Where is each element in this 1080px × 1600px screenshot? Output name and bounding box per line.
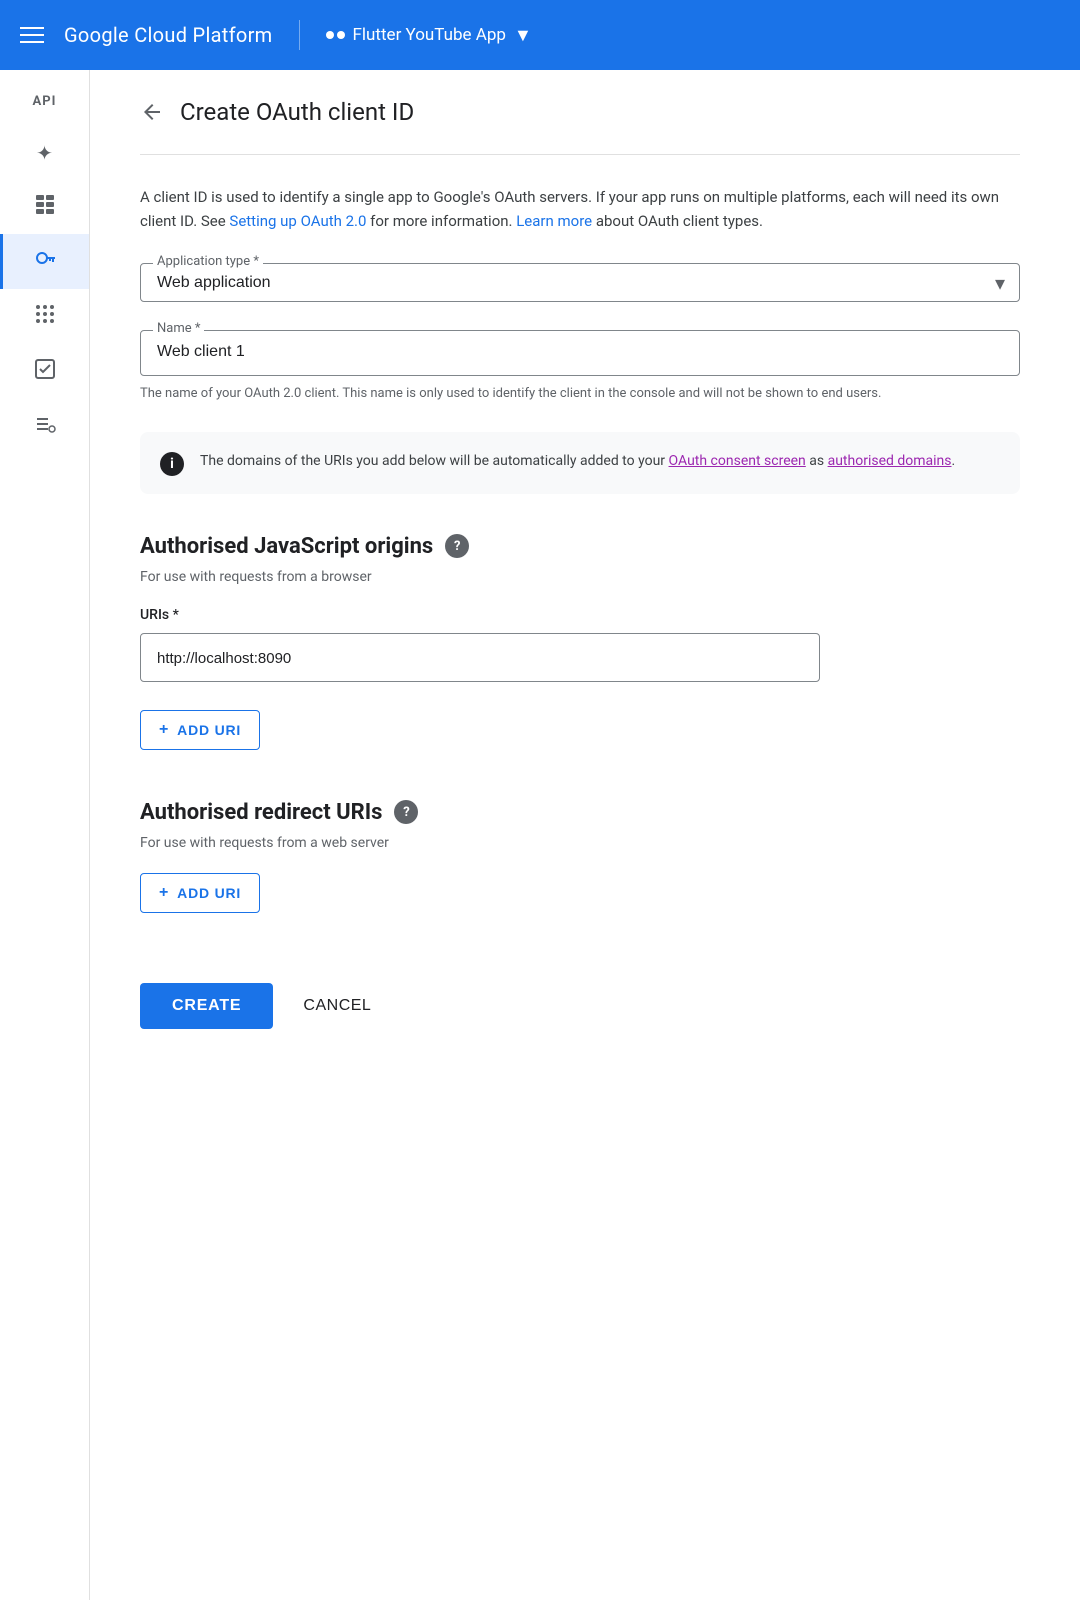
brand-name: Google Cloud Platform <box>64 23 273 47</box>
table-icon <box>34 193 56 220</box>
sidebar-item-domain[interactable] <box>0 344 89 399</box>
settings-list-icon <box>34 413 56 440</box>
uri-input-wrapper <box>140 633 820 682</box>
bottom-actions: CREATE CANCEL <box>140 963 1020 1029</box>
authorised-domains-link[interactable]: authorised domains <box>828 453 952 469</box>
top-header: Google Cloud Platform Flutter YouTube Ap… <box>0 0 1080 70</box>
main-content: Create OAuth client ID A client ID is us… <box>90 70 1080 1600</box>
info-icon: i <box>160 452 184 476</box>
page-title: Create OAuth client ID <box>180 98 414 126</box>
sidebar-item-dashboard[interactable]: ✦ <box>0 127 89 179</box>
js-origins-section: Authorised JavaScript origins ? For use … <box>140 534 1020 750</box>
back-button[interactable] <box>140 100 164 124</box>
sidebar-item-library[interactable] <box>0 179 89 234</box>
project-name: Flutter YouTube App <box>353 25 506 45</box>
sidebar: API ✦ <box>0 70 90 1600</box>
check-icon <box>34 358 56 385</box>
sidebar-item-credentials[interactable] <box>0 234 89 289</box>
page-header: Create OAuth client ID <box>140 70 1020 155</box>
sidebar-item-page-usage[interactable] <box>0 399 89 454</box>
header-divider <box>299 20 300 50</box>
js-origins-title: Authorised JavaScript origins ? <box>140 534 1020 559</box>
setup-oauth-link[interactable]: Setting up OAuth 2.0 <box>229 212 366 230</box>
chevron-down-icon: ▼ <box>514 25 532 46</box>
redirect-help-icon[interactable]: ? <box>394 800 418 824</box>
redirect-title: Authorised redirect URIs ? <box>140 800 1020 825</box>
app-type-field: Application type * Web application Andro… <box>140 263 1020 302</box>
redirect-subtitle: For use with requests from a web server <box>140 835 1020 851</box>
project-icon <box>326 31 345 39</box>
dots-grid-icon <box>34 303 56 330</box>
app-type-wrapper: Application type * Web application Andro… <box>140 263 1020 302</box>
oauth-consent-link[interactable]: OAuth consent screen <box>669 453 806 469</box>
info-text: The domains of the URIs you add below wi… <box>200 450 955 472</box>
sidebar-item-oauth[interactable] <box>0 289 89 344</box>
project-selector[interactable]: Flutter YouTube App ▼ <box>326 25 532 46</box>
name-input[interactable] <box>157 339 1003 365</box>
name-label: Name * <box>153 321 204 336</box>
name-field: Name * The name of your OAuth 2.0 client… <box>140 330 1020 404</box>
info-box: i The domains of the URIs you add below … <box>140 432 1020 494</box>
learn-more-link[interactable]: Learn more <box>516 212 592 230</box>
redirect-uris-section: Authorised redirect URIs ? For use with … <box>140 800 1020 913</box>
main-layout: API ✦ <box>0 70 1080 1600</box>
grid-icon: ✦ <box>36 141 53 165</box>
uri-input[interactable] <box>157 650 803 667</box>
create-button[interactable]: CREATE <box>140 983 273 1029</box>
add-uri-label-1: ADD URI <box>177 722 241 738</box>
js-origins-subtitle: For use with requests from a browser <box>140 569 1020 585</box>
key-icon <box>34 248 56 275</box>
add-uri-label-2: ADD URI <box>177 885 241 901</box>
name-helper-text: The name of your OAuth 2.0 client. This … <box>140 384 1020 404</box>
app-type-label: Application type * <box>153 254 263 269</box>
uris-label: URIs * <box>140 607 1020 623</box>
add-uri-button-1[interactable]: + ADD URI <box>140 710 260 750</box>
js-uris-group: URIs * <box>140 607 1020 682</box>
cancel-button[interactable]: CANCEL <box>293 983 381 1029</box>
page-description: A client ID is used to identify a single… <box>140 185 1020 233</box>
js-origins-help-icon[interactable]: ? <box>445 534 469 558</box>
add-uri-button-2[interactable]: + ADD URI <box>140 873 260 913</box>
plus-icon-2: + <box>159 884 169 902</box>
hamburger-menu-icon[interactable] <box>20 27 44 43</box>
sidebar-api-label: API <box>33 80 57 127</box>
plus-icon-1: + <box>159 721 169 739</box>
name-wrapper: Name * <box>140 330 1020 376</box>
app-type-select[interactable]: Web application Android iOS Desktop app <box>157 274 1003 291</box>
